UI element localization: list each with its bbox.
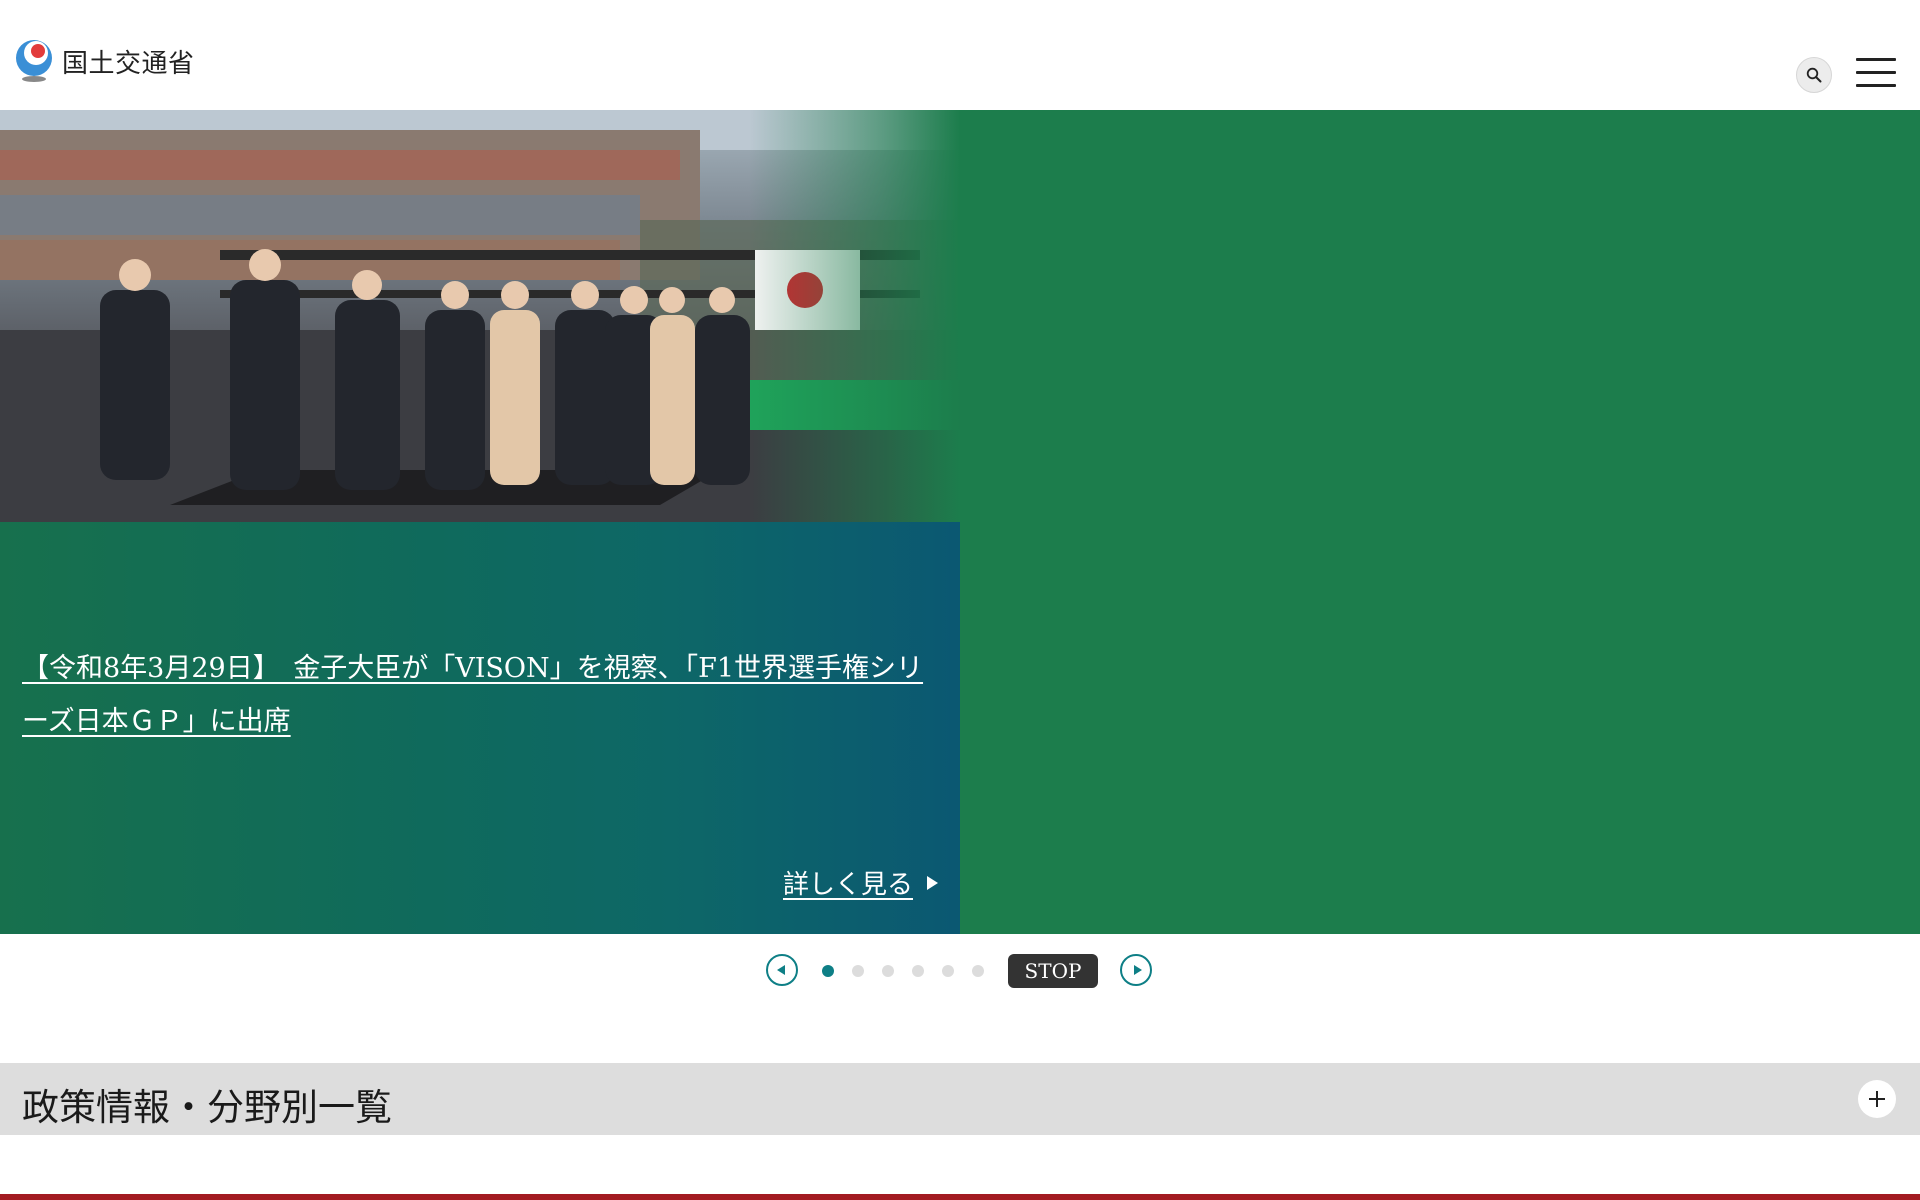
hero-carousel: 【令和8年3月29日】 金子大臣が「VISON」を視察、「F1世界選手権シリーズ… <box>0 110 1920 934</box>
site-logo[interactable]: 国土交通省 <box>14 38 195 84</box>
policy-accordion-header[interactable]: 政策情報・分野別一覧 <box>0 1063 1920 1135</box>
hero-more-label: 詳しく見る <box>782 870 913 900</box>
hero-caption-panel: 【令和8年3月29日】 金子大臣が「VISON」を視察、「F1世界選手権シリーズ… <box>0 522 960 934</box>
logo-text: 国土交通省 <box>62 48 195 79</box>
hero-photo[interactable] <box>0 110 960 522</box>
hero-title-link[interactable]: 【令和8年3月29日】 金子大臣が「VISON」を視察、「F1世界選手権シリーズ… <box>22 642 942 748</box>
menu-line <box>1856 58 1896 61</box>
carousel-stop-button[interactable]: STOP <box>1008 954 1098 988</box>
carousel-dot-4[interactable] <box>912 965 924 977</box>
search-button[interactable] <box>1796 57 1832 93</box>
policy-title: 政策情報・分野別一覧 <box>22 1086 392 1129</box>
carousel-dot-1[interactable] <box>822 965 834 977</box>
carousel-dot-5[interactable] <box>942 965 954 977</box>
menu-line <box>1856 84 1896 87</box>
carousel-next-button[interactable] <box>1120 954 1152 986</box>
carousel-dot-3[interactable] <box>882 965 894 977</box>
search-icon <box>1806 67 1822 83</box>
hero-photo-illustration <box>0 110 960 522</box>
hero-more-link[interactable]: 詳しく見る <box>783 864 938 901</box>
section-divider <box>0 1194 1920 1200</box>
play-arrow-icon <box>927 875 938 890</box>
menu-line <box>1856 71 1896 74</box>
hamburger-menu-button[interactable] <box>1856 58 1896 88</box>
mlit-logo-icon <box>16 40 52 82</box>
carousel-prev-button[interactable] <box>766 954 798 986</box>
carousel-dot-2[interactable] <box>852 965 864 977</box>
chevron-left-icon <box>777 965 785 975</box>
carousel-dot-6[interactable] <box>972 965 984 977</box>
site-header: 国土交通省 <box>0 0 1920 110</box>
chevron-right-icon <box>1134 965 1142 975</box>
carousel-controls: STOP <box>0 952 1920 990</box>
expand-button[interactable] <box>1858 1080 1896 1118</box>
